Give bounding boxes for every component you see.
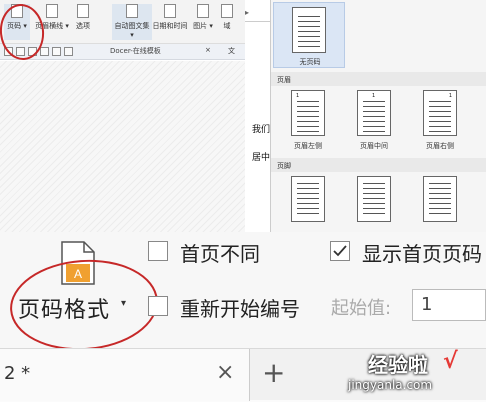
- document-tab[interactable]: 文: [228, 46, 235, 56]
- page-number-gallery-panel: ▸ 我们 居中 无页码 页眉 1 页眉左侧 1 页眉中间 1 页眉右侧 页脚: [245, 0, 486, 232]
- preview-icon[interactable]: [40, 47, 49, 56]
- start-value-input[interactable]: 1: [412, 289, 486, 321]
- watermark-check-icon: √: [443, 349, 458, 374]
- field-icon: [221, 4, 233, 18]
- options-button[interactable]: 选项: [72, 4, 94, 40]
- options-icon: [77, 4, 89, 18]
- no-page-number-option[interactable]: 无页码: [273, 2, 345, 68]
- watermark-url: jingyanla.com: [348, 378, 433, 392]
- undo-icon[interactable]: [52, 47, 61, 56]
- zoomed-toolbar-panel: A 页码格式 ▾ 首页不同 显示首页页码 重新开始编号 起始值: 1 2 * ×…: [0, 232, 486, 402]
- annotation-circle: [7, 254, 161, 356]
- restart-numbering-checkbox[interactable]: [148, 296, 168, 316]
- page-number-gallery: 无页码 页眉 1 页眉左侧 1 页眉中间 1 页眉右侧 页脚: [271, 0, 486, 232]
- ribbon-panel: 页码 ▾ 页眉横线 ▾ 选项 自动图文集 ▾ 日期和时间 图片 ▾ 域 Doce…: [0, 0, 245, 232]
- field-button[interactable]: 域: [218, 4, 236, 40]
- picture-icon: [197, 4, 209, 18]
- option-label: 页眉左侧: [294, 142, 322, 150]
- option-label: 页眉中间: [360, 142, 388, 150]
- date-time-button[interactable]: 日期和时间: [152, 4, 188, 40]
- tab-close-icon[interactable]: ×: [205, 46, 211, 54]
- page-thumbnail: 1: [423, 90, 457, 136]
- page-thumbnail: 1: [357, 90, 391, 136]
- autotext-icon: [126, 4, 138, 18]
- show-first-page-number-label: 显示首页页码: [362, 242, 482, 266]
- header-section-title: 页眉: [271, 72, 486, 86]
- add-tab-icon[interactable]: +: [262, 356, 285, 389]
- footer-section-title: 页脚: [271, 158, 486, 172]
- picture-button[interactable]: 图片 ▾: [192, 4, 214, 40]
- footer-left-option[interactable]: [291, 176, 325, 222]
- first-page-different-checkbox[interactable]: [148, 241, 168, 261]
- doc-tab-edge: ▸: [245, 8, 271, 22]
- start-value-label: 起始值:: [331, 298, 392, 319]
- autotext-button[interactable]: 自动图文集 ▾: [112, 4, 152, 40]
- page-thumbnail: 1: [291, 90, 325, 136]
- footer-right-option[interactable]: [423, 176, 457, 222]
- option-label: 页眉右侧: [426, 142, 454, 150]
- option-label: 无页码: [299, 58, 321, 66]
- doc-text: 我们: [252, 125, 271, 135]
- doc-text: 居中: [252, 153, 271, 163]
- restart-numbering-label: 重新开始编号: [180, 297, 300, 321]
- header-footer-toolbar: A 页码格式 ▾ 首页不同 显示首页页码 重新开始编号 起始值: 1: [0, 232, 486, 356]
- document-edge: ▸ 我们 居中: [245, 0, 271, 232]
- redo-icon[interactable]: [64, 47, 73, 56]
- header-line-icon: [46, 4, 58, 18]
- first-page-different-label: 首页不同: [180, 242, 260, 266]
- document-background: [0, 61, 245, 232]
- footer-center-option[interactable]: [357, 176, 391, 222]
- watermark-title: 经验啦: [368, 353, 428, 377]
- check-icon: [333, 245, 347, 257]
- document-tab[interactable]: 2 * ×: [0, 349, 250, 401]
- page-thumbnail: [292, 7, 326, 53]
- calendar-icon: [164, 4, 176, 18]
- close-icon[interactable]: ×: [216, 360, 234, 385]
- docer-tab[interactable]: Docer-在线模板: [110, 46, 161, 56]
- show-first-page-number-checkbox[interactable]: [330, 241, 350, 261]
- tab-title: 2 *: [4, 363, 31, 384]
